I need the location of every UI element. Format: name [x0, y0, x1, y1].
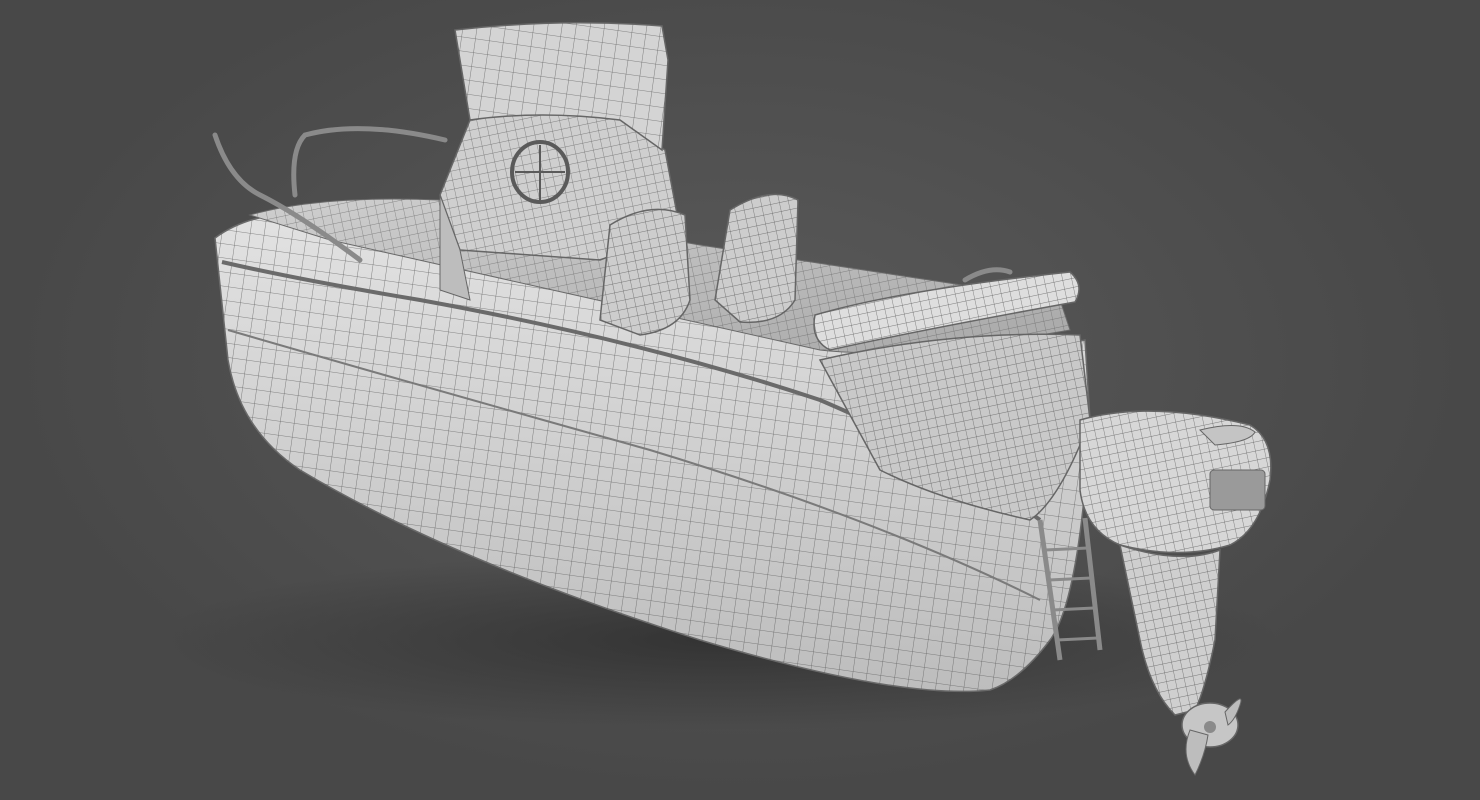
- propeller: [1181, 698, 1242, 776]
- render-viewport: [0, 0, 1480, 800]
- helm-seat-right: [714, 193, 799, 324]
- helm-seat-left: [599, 208, 691, 336]
- steering-wheel: [510, 140, 570, 204]
- boat-render: [160, 22, 1280, 776]
